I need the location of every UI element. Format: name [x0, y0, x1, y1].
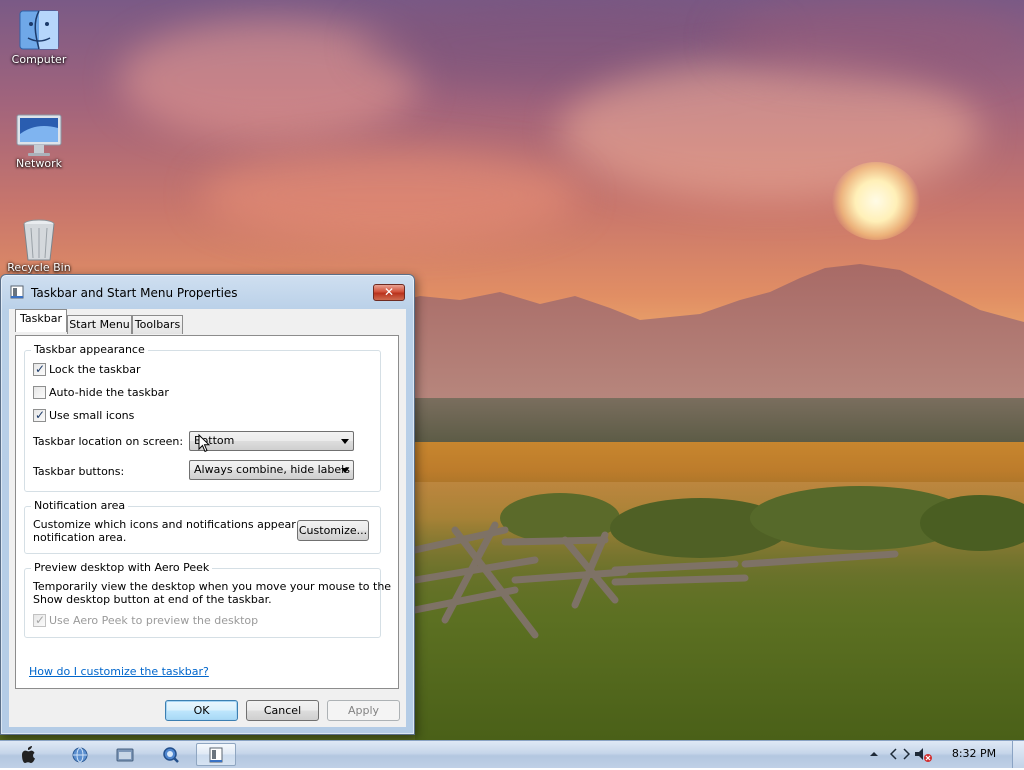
globe-icon	[72, 747, 88, 763]
notification-text-line1: Customize which icons and notifications …	[33, 518, 331, 531]
aero-peek-checkbox[interactable]: ✓	[33, 613, 46, 627]
desktop-icon-label: Computer	[11, 53, 67, 66]
title-bar[interactable]: Taskbar and Start Menu Properties ✕	[1, 275, 414, 309]
tab-start-menu[interactable]: Start Menu	[67, 315, 132, 334]
small-icons-label: Use small icons	[49, 409, 135, 422]
folder-icon	[116, 748, 134, 762]
action-center-icon[interactable]	[890, 748, 910, 760]
autohide-label: Auto-hide the taskbar	[49, 386, 169, 399]
taskbar-properties-icon	[209, 747, 223, 763]
taskbar: 8:32 PM	[0, 740, 1024, 768]
cloud	[560, 60, 980, 200]
group-taskbar-appearance: Taskbar appearance ✓ Lock the taskbar Au…	[24, 343, 381, 492]
buttons-value: Always combine, hide labels	[194, 463, 350, 476]
wooden-fence	[415, 521, 899, 639]
finder-icon	[19, 10, 59, 50]
mouse-cursor-icon	[198, 434, 210, 453]
dropdown-arrow-icon	[341, 439, 349, 444]
location-dropdown[interactable]: Bottom	[189, 431, 354, 451]
aero-peek-text-line2: Show desktop button at end of the taskba…	[33, 593, 272, 606]
tree-line	[415, 398, 1024, 446]
small-icons-checkbox[interactable]: ✓	[33, 408, 46, 422]
taskbar-buttons-dropdown[interactable]: Always combine, hide labels	[189, 460, 354, 480]
customize-button[interactable]: Customize...	[297, 520, 369, 541]
aero-peek-label: Use Aero Peek to preview the desktop	[49, 614, 259, 627]
apply-button[interactable]: Apply	[327, 700, 400, 721]
group-aero-peek: Preview desktop with Aero Peek Temporari…	[24, 561, 391, 638]
lock-taskbar-checkbox[interactable]: ✓	[33, 362, 46, 376]
taskbar-properties-icon	[10, 285, 24, 299]
sun	[832, 162, 920, 240]
volume-muted-icon[interactable]	[914, 747, 934, 763]
autohide-checkbox[interactable]	[33, 386, 46, 399]
taskbar-item-folder[interactable]	[105, 743, 145, 766]
taskbar-item-search[interactable]	[151, 743, 191, 766]
location-label: Taskbar location on screen:	[33, 435, 184, 448]
tab-toolbars[interactable]: Toolbars	[132, 315, 183, 334]
cloud	[720, 0, 1024, 80]
desktop-icon-recycle-bin[interactable]: Recycle Bin	[1, 218, 77, 274]
show-hidden-icons-icon[interactable]	[869, 749, 879, 759]
desktop-icon-label: Recycle Bin	[7, 261, 71, 274]
cancel-button[interactable]: Cancel	[246, 700, 319, 721]
imac-icon	[16, 114, 62, 156]
start-button[interactable]	[8, 743, 48, 766]
cloud	[200, 150, 580, 240]
dialog-title: Taskbar and Start Menu Properties	[31, 286, 238, 300]
ok-button[interactable]: OK	[165, 700, 238, 721]
desktop-icon-computer[interactable]: Computer	[1, 10, 77, 66]
desktop-icon-network[interactable]: Network	[1, 114, 77, 170]
system-clock[interactable]: 8:32 PM	[942, 747, 1006, 760]
desktop-icon-label: Network	[16, 157, 62, 170]
group-title: Taskbar appearance	[31, 343, 148, 356]
taskbar-item-globe[interactable]	[60, 743, 100, 766]
notification-text-line2: notification area.	[33, 531, 127, 544]
dropdown-arrow-icon	[341, 468, 349, 473]
apple-start-icon	[22, 746, 35, 763]
close-button[interactable]: ✕	[373, 284, 405, 301]
help-link[interactable]: How do I customize the taskbar?	[29, 665, 209, 678]
group-notification-area: Notification area Customize which icons …	[24, 499, 381, 554]
search-magnifier-icon	[163, 747, 179, 763]
tab-panel-taskbar: Taskbar appearance ✓ Lock the taskbar Au…	[15, 335, 399, 689]
dialog-client-area: Taskbar Start Menu Toolbars Taskbar appe…	[9, 309, 406, 727]
group-title: Preview desktop with Aero Peek	[31, 561, 213, 574]
aero-peek-text-line1: Temporarily view the desktop when you mo…	[33, 580, 392, 593]
checkmark-icon: ✓	[35, 362, 46, 376]
show-desktop-button[interactable]	[1012, 741, 1024, 768]
taskbar-item-properties[interactable]	[196, 743, 236, 766]
checkmark-icon: ✓	[35, 613, 46, 627]
lock-taskbar-label: Lock the taskbar	[49, 363, 141, 376]
checkmark-icon: ✓	[35, 408, 46, 422]
buttons-label: Taskbar buttons:	[33, 465, 125, 478]
trash-icon	[19, 218, 59, 261]
taskbar-properties-dialog: Taskbar and Start Menu Properties ✕ Task…	[0, 274, 415, 735]
group-title: Notification area	[31, 499, 129, 512]
tab-taskbar[interactable]: Taskbar	[15, 309, 67, 332]
